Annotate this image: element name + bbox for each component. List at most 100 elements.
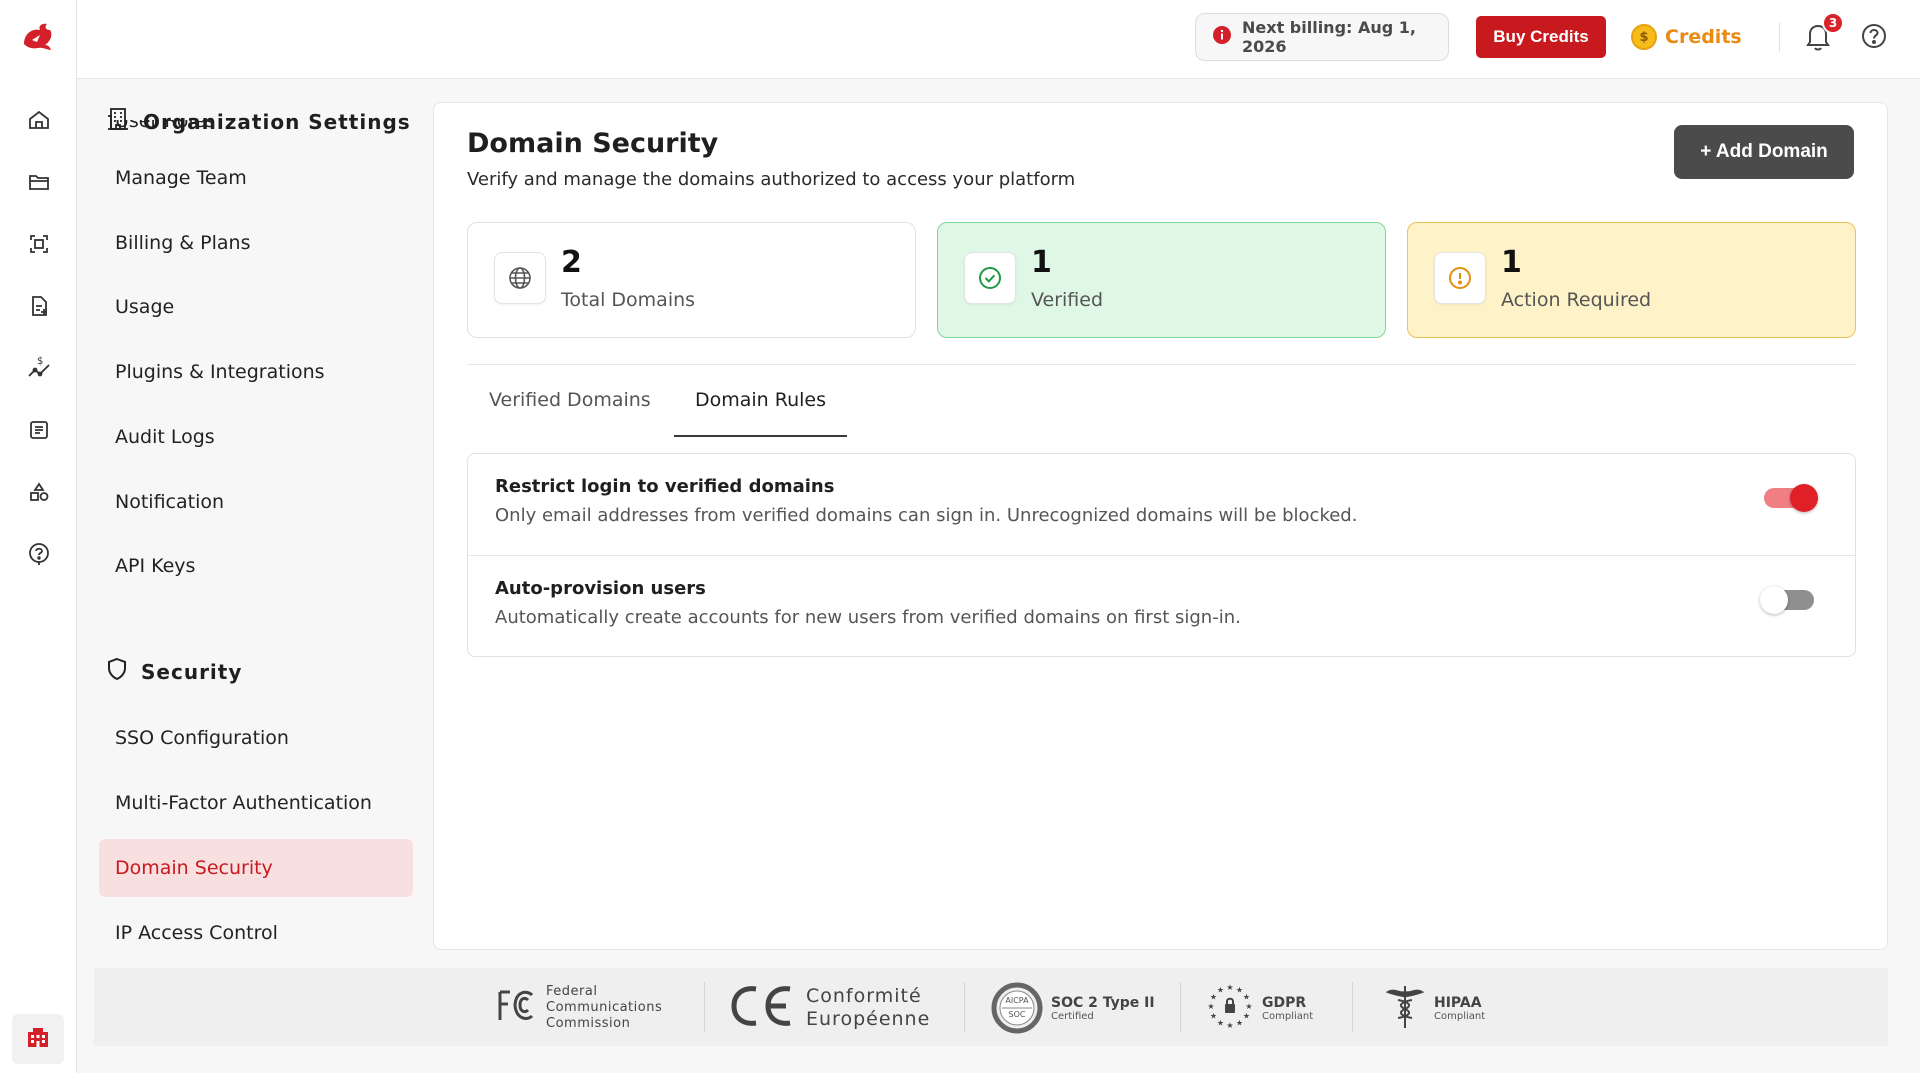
document-add-icon[interactable] bbox=[24, 291, 54, 321]
sidebar-item-user-roles[interactable]: User Roles bbox=[99, 120, 413, 150]
add-domain-button[interactable]: + Add Domain bbox=[1674, 125, 1854, 179]
sidebar-item-label: IP Access Control bbox=[115, 922, 278, 944]
sidebar-item-label: Usage bbox=[115, 296, 175, 318]
compliance-footer: Federal Communications Commission Confor… bbox=[94, 968, 1888, 1046]
building-icon bbox=[26, 1026, 50, 1052]
security-section-header: Security bbox=[105, 656, 242, 687]
sidebar-item-label: Audit Logs bbox=[115, 426, 215, 448]
soc-subtitle: Certified bbox=[1051, 1010, 1094, 1022]
gdpr-star: ★ bbox=[1243, 1012, 1250, 1021]
shield-icon bbox=[105, 656, 129, 687]
gdpr-star: ★ bbox=[1236, 1019, 1243, 1028]
sidebar-item-domain-security[interactable]: Domain Security bbox=[99, 839, 413, 897]
sidebar-item-sso-configuration[interactable]: SSO Configuration bbox=[99, 709, 413, 767]
toggle-knob bbox=[1790, 484, 1818, 512]
next-billing-pill[interactable]: Next billing: Aug 1, 2026 bbox=[1195, 13, 1449, 61]
section-divider bbox=[467, 364, 1856, 365]
sidebar-item-label: Notification bbox=[115, 491, 225, 513]
footer-separator bbox=[704, 982, 705, 1032]
sidebar-item-label: Plugins & Integrations bbox=[115, 361, 325, 383]
hipaa-certification: HIPAA Compliant bbox=[1384, 980, 1485, 1036]
stat-value: 1 bbox=[1031, 245, 1052, 280]
stat-label: Total Domains bbox=[561, 289, 696, 311]
gdpr-title: GDPR bbox=[1262, 994, 1307, 1011]
sidebar-item-notification[interactable]: Notification bbox=[99, 473, 413, 531]
hipaa-title: HIPAA bbox=[1434, 994, 1482, 1011]
coin-icon: $ bbox=[1631, 24, 1657, 50]
rule-auto-provision: Auto-provision users Automatically creat… bbox=[468, 555, 1855, 657]
credits-label: Credits bbox=[1665, 26, 1742, 48]
tab-verified-domains[interactable]: Verified Domains bbox=[468, 389, 672, 437]
eu-stars-lock-icon: ★ ★ ★ ★ ★ ★ ★ ★ ★ ★ ★ ★ bbox=[1206, 982, 1254, 1034]
hipaa-subtitle: Compliant bbox=[1434, 1010, 1486, 1022]
auto-provision-toggle[interactable] bbox=[1760, 586, 1814, 614]
restrict-login-toggle[interactable] bbox=[1764, 484, 1818, 512]
fcc-line: Commission bbox=[546, 1016, 631, 1031]
soc2-certification: AICPA SOC SOC 2 Type II Certified bbox=[991, 980, 1155, 1036]
alert-circle-icon bbox=[1434, 252, 1486, 304]
fcc-certification: Federal Communications Commission bbox=[496, 980, 662, 1036]
gdpr-subtitle: Compliant bbox=[1262, 1010, 1314, 1022]
sidebar-item-label: Multi-Factor Authentication bbox=[115, 792, 372, 814]
tab-domain-rules[interactable]: Domain Rules bbox=[674, 389, 848, 437]
rule-title: Auto-provision users bbox=[495, 578, 706, 599]
help-icon[interactable] bbox=[24, 539, 54, 569]
fcc-logo-icon bbox=[496, 986, 538, 1030]
home-icon[interactable] bbox=[24, 105, 54, 135]
svg-text:$: $ bbox=[37, 356, 43, 367]
seal-bottom-text: SOC bbox=[1008, 1010, 1026, 1019]
stat-value: 1 bbox=[1501, 245, 1522, 280]
folder-icon[interactable] bbox=[24, 167, 54, 197]
gdpr-star: ★ bbox=[1226, 1021, 1233, 1030]
page-title: Domain Security bbox=[467, 128, 719, 159]
rule-description: Only email addresses from verified domai… bbox=[495, 505, 1358, 526]
sidebar-item-plugins-integrations[interactable]: Plugins & Integrations bbox=[99, 343, 413, 401]
ce-line: Européenne bbox=[806, 1008, 931, 1030]
gdpr-star: ★ bbox=[1245, 1002, 1252, 1011]
gdpr-certification: ★ ★ ★ ★ ★ ★ ★ ★ ★ ★ ★ ★ GDPR Compliant bbox=[1206, 980, 1313, 1036]
page-subtitle: Verify and manage the domains authorized… bbox=[467, 169, 1076, 190]
footer-separator bbox=[1352, 982, 1353, 1032]
sidebar-item-audit-logs[interactable]: Audit Logs bbox=[99, 408, 413, 466]
check-circle-icon bbox=[964, 252, 1016, 304]
sidebar-item-billing-plans[interactable]: Billing & Plans bbox=[99, 214, 413, 272]
stat-card-total-domains: 2 Total Domains bbox=[467, 222, 916, 338]
soc-title: SOC 2 Type II bbox=[1051, 994, 1155, 1011]
sidebar-item-ip-access-control[interactable]: IP Access Control bbox=[99, 904, 413, 960]
domain-rules-list: Restrict login to verified domains Only … bbox=[467, 453, 1856, 657]
stat-label: Verified bbox=[1031, 289, 1104, 311]
sidebar-item-usage[interactable]: Usage bbox=[99, 278, 413, 336]
caduceus-icon bbox=[1384, 982, 1426, 1034]
shapes-icon[interactable] bbox=[24, 477, 54, 507]
stat-card-verified: 1 Verified bbox=[937, 222, 1386, 338]
aicpa-seal-icon: AICPA SOC bbox=[991, 982, 1043, 1034]
rule-description: Automatically create accounts for new us… bbox=[495, 607, 1241, 628]
credits-link[interactable]: $ Credits bbox=[1631, 22, 1742, 52]
footer-separator bbox=[964, 982, 965, 1032]
sidebar-item-manage-team[interactable]: Manage Team bbox=[99, 149, 413, 207]
sidebar-item-label: Domain Security bbox=[115, 857, 273, 879]
list-icon[interactable] bbox=[24, 415, 54, 445]
organization-button[interactable] bbox=[12, 1014, 64, 1064]
gdpr-star: ★ bbox=[1217, 986, 1224, 995]
ce-certification: Conformité Européenne bbox=[728, 980, 930, 1036]
buy-credits-button[interactable]: Buy Credits bbox=[1476, 16, 1606, 58]
sidebar-item-mfa[interactable]: Multi-Factor Authentication bbox=[99, 774, 413, 832]
sidebar-item-api-keys[interactable]: API Keys bbox=[99, 537, 413, 595]
toggle-knob bbox=[1760, 586, 1788, 614]
notification-count-badge: 3 bbox=[1822, 12, 1844, 34]
footer-separator bbox=[1180, 982, 1181, 1032]
gdpr-star: ★ bbox=[1210, 1012, 1217, 1021]
sidebar-item-label: Billing & Plans bbox=[115, 232, 251, 254]
info-alert-icon bbox=[1212, 25, 1232, 49]
help-circle-icon[interactable] bbox=[1860, 22, 1888, 50]
cost-chart-icon[interactable]: $ bbox=[24, 353, 54, 383]
ce-logo-icon bbox=[728, 983, 798, 1033]
domain-security-panel: Domain Security Verify and manage the do… bbox=[433, 102, 1888, 950]
brand-logo-icon[interactable] bbox=[18, 18, 58, 58]
sidebar-item-label: SSO Configuration bbox=[115, 727, 289, 749]
rule-title: Restrict login to verified domains bbox=[495, 476, 835, 497]
scan-icon[interactable] bbox=[24, 229, 54, 259]
seal-top-text: AICPA bbox=[1005, 996, 1029, 1005]
fcc-line: Communications bbox=[546, 1000, 663, 1015]
